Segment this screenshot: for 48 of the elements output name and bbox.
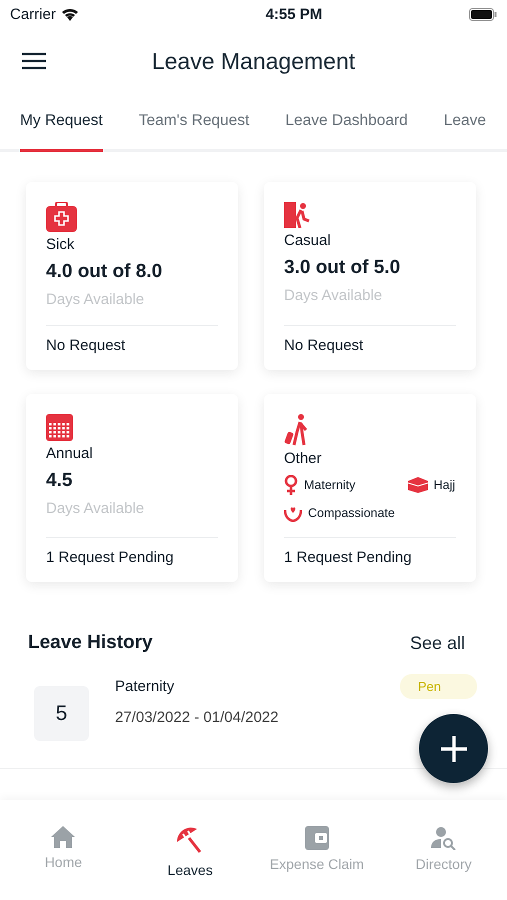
- section-title: Leave History: [28, 632, 153, 654]
- tab[interactable]: My Request: [20, 94, 103, 152]
- tab[interactable]: Team's Request: [138, 94, 250, 152]
- balance-caption: Days Available: [46, 291, 146, 308]
- first-aid-kit-icon: [46, 202, 77, 232]
- leave-type: Annual: [46, 445, 94, 462]
- exit-door-icon: [284, 202, 312, 228]
- request-status: No Request: [46, 325, 218, 354]
- page-title: Leave Management: [150, 48, 356, 74]
- leave-balance: 4.5: [46, 470, 74, 492]
- home-icon: [51, 826, 76, 848]
- request-status: 1 Request Pending: [284, 537, 456, 566]
- leave-card[interactable]: Annual 4.5 Days Available 1 Request Pending: [26, 394, 238, 582]
- status-badge: Pen: [400, 674, 477, 699]
- date-range: 27/03/2022 - 01/04/2022: [115, 709, 280, 726]
- person-search-icon: [430, 826, 457, 850]
- menu-icon[interactable]: [22, 52, 46, 70]
- calendar-icon: [46, 414, 73, 441]
- battery-icon: [468, 8, 497, 20]
- request-status: 1 Request Pending: [46, 537, 218, 566]
- nav-item[interactable]: Leaves: [126, 826, 254, 900]
- tab[interactable]: Leave: [444, 94, 486, 152]
- leave-card[interactable]: Other Maternity Hajj Compassionate 1 Request Pending: [264, 394, 476, 582]
- leave-type: Paternity: [115, 678, 176, 695]
- leave-type: Casual: [284, 232, 332, 249]
- leave-subtype: Compassionate: [308, 506, 395, 520]
- leave-balance: 4.0 out of 8.0: [46, 261, 164, 283]
- leave-card[interactable]: Sick 4.0 out of 8.0 Days Available No Request: [26, 182, 238, 370]
- request-status: No Request: [284, 325, 456, 354]
- cube-icon: [408, 477, 428, 493]
- wallet-icon: [304, 826, 329, 850]
- leave-balance: 3.0 out of 5.0: [284, 257, 402, 279]
- carrier-label: Carrier: [10, 6, 56, 22]
- balance-caption: Days Available: [284, 287, 384, 304]
- leave-type: Sick: [46, 236, 76, 253]
- plus-icon: [440, 736, 466, 762]
- leave-subtype: Maternity: [304, 478, 356, 492]
- balance-caption: Days Available: [46, 500, 146, 517]
- wifi-icon: [60, 7, 79, 21]
- add-button[interactable]: [419, 714, 488, 783]
- day-count: 5: [34, 686, 89, 741]
- leave-type: Other: [284, 450, 323, 467]
- status-time: 4:55 PM: [266, 6, 322, 22]
- see-all-link[interactable]: See all: [410, 632, 465, 654]
- tab[interactable]: Leave Dashboard: [285, 94, 408, 152]
- leave-subtype: Hajj: [434, 478, 456, 492]
- female-symbol-icon: [284, 475, 298, 495]
- leave-card[interactable]: Casual 3.0 out of 5.0 Days Available No Request: [264, 182, 476, 370]
